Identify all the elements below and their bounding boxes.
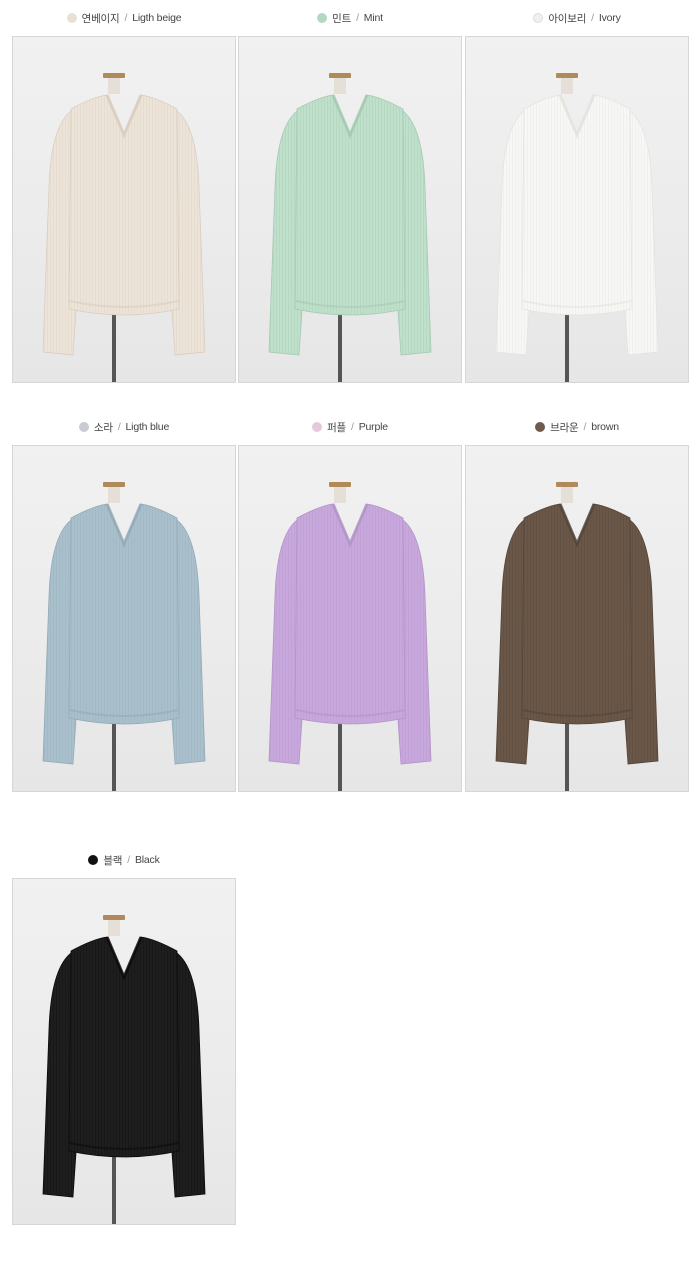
- separator: /: [351, 421, 354, 433]
- separator: /: [583, 421, 587, 433]
- color-name-ko: 아이보리: [548, 12, 587, 25]
- separator: /: [117, 421, 121, 433]
- color-name-ko: 민트: [332, 12, 352, 25]
- color-name-ko: 퍼플: [327, 421, 347, 434]
- color-swatch: [535, 422, 546, 432]
- color-swatch: [317, 13, 328, 23]
- product-photo-brown[interactable]: [465, 445, 689, 792]
- color-name-ko: 브라운: [550, 421, 579, 434]
- color-label: 소라 / Ligth blue: [12, 417, 236, 437]
- separator: /: [127, 854, 130, 866]
- color-name-en: Ligth beige: [132, 12, 182, 24]
- sweater-illustration: [495, 73, 659, 382]
- product-photo-light-blue[interactable]: [12, 445, 236, 792]
- sweater-illustration: [42, 73, 206, 382]
- color-name-en: Black: [134, 854, 160, 866]
- color-name-ko: 연베이지: [81, 12, 120, 25]
- product-photo-purple[interactable]: [238, 445, 462, 792]
- separator: /: [124, 12, 128, 24]
- product-photo-mint[interactable]: [238, 36, 462, 383]
- color-swatch: [312, 422, 323, 432]
- product-photo-light-beige[interactable]: [12, 36, 236, 383]
- sweater-illustration: [268, 73, 432, 382]
- color-name-en: Ligth blue: [125, 421, 170, 433]
- color-swatch: [533, 13, 544, 23]
- color-swatch: [66, 13, 77, 23]
- sweater-illustration: [42, 915, 206, 1224]
- separator: /: [356, 12, 359, 24]
- color-name-ko: 소라: [93, 421, 113, 434]
- sweater-illustration: [495, 482, 659, 791]
- color-swatch: [78, 422, 89, 432]
- color-swatch: [88, 855, 99, 865]
- product-photo-black[interactable]: [12, 878, 236, 1225]
- color-label: 민트 / Mint: [238, 8, 462, 28]
- color-name-en: Purple: [358, 421, 388, 433]
- color-label: 연베이지 / Ligth beige: [12, 8, 236, 28]
- separator: /: [591, 12, 594, 24]
- color-label: 블랙 / Black: [12, 850, 236, 870]
- sweater-illustration: [42, 482, 206, 791]
- color-name-en: Mint: [363, 12, 383, 24]
- color-name-ko: 블랙: [103, 854, 123, 867]
- color-label: 브라운 / brown: [465, 417, 689, 437]
- color-label: 퍼플 / Purple: [238, 417, 462, 437]
- product-photo-ivory[interactable]: [465, 36, 689, 383]
- sweater-illustration: [268, 482, 432, 791]
- color-name-en: brown: [591, 421, 619, 433]
- color-name-en: Ivory: [598, 12, 621, 24]
- color-label: 아이보리 / Ivory: [465, 8, 689, 28]
